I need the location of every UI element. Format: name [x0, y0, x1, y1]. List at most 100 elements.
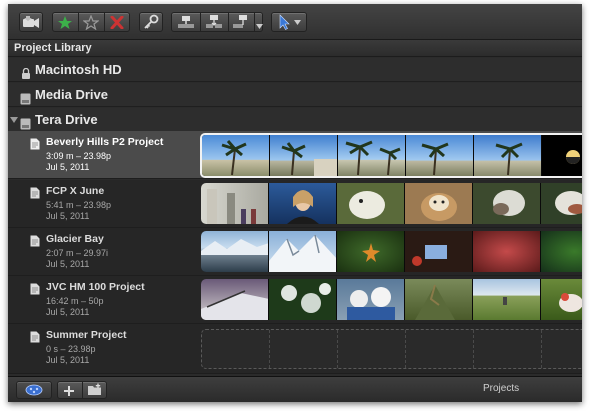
clip-thumbnail	[337, 279, 405, 320]
tools-menu-button[interactable]	[271, 12, 307, 32]
project-filmstrip[interactable]	[201, 231, 582, 272]
library-mode-label: Projects	[483, 383, 520, 394]
append-clip-icon	[232, 15, 250, 33]
drive-name: Tera Drive	[35, 112, 98, 127]
keyword-key-icon	[143, 14, 159, 30]
project-library-window: Project Library Macintosh HD Media Drive…	[8, 4, 582, 402]
project-document-icon	[30, 234, 40, 252]
event-library-toggle-button[interactable]	[16, 381, 52, 399]
project-row-glacier-bay[interactable]: Glacier Bay 2:07 m – 29.97i Jul 5, 2011	[8, 228, 582, 276]
project-name: FCP X June	[46, 185, 105, 197]
project-document-icon	[30, 186, 40, 204]
project-document-icon	[30, 330, 40, 348]
clip-thumbnail	[201, 231, 269, 272]
project-date: Jul 5, 2011	[46, 259, 90, 269]
project-duration-format: 16:42 m – 50p	[46, 296, 104, 306]
clip-thumbnail	[405, 231, 473, 272]
clip-thumbnail	[337, 231, 405, 272]
empty-clip-slot	[338, 330, 406, 368]
segment-divider	[82, 382, 83, 398]
connect-clip-icon	[177, 16, 195, 33]
unrate-star-icon	[82, 14, 100, 34]
toolbar	[8, 4, 582, 40]
empty-clip-slot	[542, 330, 582, 368]
drive-row-macintosh-hd[interactable]: Macintosh HD	[8, 58, 582, 82]
empty-clip-slot	[406, 330, 474, 368]
clip-thumbnail	[405, 183, 473, 224]
empty-clip-slot	[270, 330, 338, 368]
project-date: Jul 5, 2011	[46, 211, 90, 221]
favorite-star-icon	[57, 16, 73, 34]
empty-project-filmstrip[interactable]	[201, 329, 582, 369]
new-folder-icon	[87, 383, 103, 400]
project-duration-format: 2:07 m – 29.97i	[46, 248, 109, 258]
clip-thumbnail	[269, 231, 337, 272]
project-row-fcp-x-june[interactable]: FCP X June 5:41 m – 23.98p Jul 5, 2011	[8, 180, 582, 228]
project-row-jvc-hm-100[interactable]: JVC HM 100 Project 16:42 m – 50p Jul 5, …	[8, 276, 582, 324]
segment-divider	[78, 13, 79, 31]
clip-thumbnail	[541, 183, 582, 224]
reject-x-icon	[110, 15, 124, 33]
segment-divider	[228, 13, 229, 31]
segment-divider	[200, 13, 201, 31]
project-filmstrip[interactable]	[201, 279, 582, 320]
drive-name: Macintosh HD	[35, 62, 122, 77]
empty-clip-slot	[202, 330, 270, 368]
project-name: Summer Project	[46, 329, 127, 341]
clip-thumbnail	[269, 279, 337, 320]
new-folder-button[interactable]	[87, 383, 103, 401]
favorite-button[interactable]	[57, 15, 73, 35]
project-duration-format: 0 s – 23.98p	[46, 344, 96, 354]
project-date: Jul 5, 2011	[46, 307, 90, 317]
clip-thumbnail	[201, 183, 269, 224]
import-media-button[interactable]	[19, 12, 43, 32]
clip-thumbnail	[474, 135, 542, 176]
project-library-header: Project Library	[8, 40, 582, 57]
project-filmstrip[interactable]	[201, 183, 582, 224]
clip-thumbnail	[541, 279, 582, 320]
clip-thumbnail	[473, 183, 541, 224]
project-duration-format: 3:09 m – 23.98p	[46, 151, 112, 161]
project-filmstrip[interactable]	[200, 133, 582, 178]
project-row-summer-project[interactable]: Summer Project 0 s – 23.98p Jul 5, 2011	[8, 324, 582, 374]
empty-clip-slot	[474, 330, 542, 368]
import-media-icon	[22, 15, 40, 29]
project-duration-format: 5:41 m – 23.98p	[46, 200, 112, 210]
drive-row-media-drive[interactable]: Media Drive	[8, 83, 582, 107]
clip-thumbnail	[270, 135, 338, 176]
clip-thumbnail	[541, 231, 582, 272]
unrate-button[interactable]	[82, 14, 100, 35]
clip-thumbnail	[473, 231, 541, 272]
keyword-button[interactable]	[139, 12, 163, 32]
append-clip-button[interactable]	[232, 15, 250, 34]
clip-thumbnail	[405, 279, 473, 320]
drive-name: Media Drive	[35, 87, 108, 102]
project-date: Jul 5, 2011	[46, 355, 90, 365]
project-row-beverly-hills[interactable]: Beverly Hills P2 Project 3:09 m – 23.98p…	[8, 131, 582, 179]
clip-thumbnail	[406, 135, 474, 176]
project-name: Glacier Bay	[46, 233, 104, 245]
project-name: Beverly Hills P2 Project	[46, 136, 164, 148]
project-document-icon	[30, 282, 40, 300]
clip-thumbnail	[473, 279, 541, 320]
chevron-down-icon	[294, 18, 301, 26]
project-document-icon	[30, 137, 40, 155]
chevron-down-icon	[256, 17, 263, 34]
film-reel-icon	[24, 384, 44, 396]
project-name: JVC HM 100 Project	[46, 281, 145, 293]
connect-clip-button[interactable]	[177, 15, 195, 34]
drive-row-tera-drive[interactable]: Tera Drive	[8, 108, 582, 132]
new-project-button[interactable]	[63, 384, 75, 402]
disclosure-triangle-icon[interactable]	[10, 117, 18, 123]
insert-clip-icon	[205, 15, 223, 33]
edit-options-menu[interactable]	[256, 17, 263, 35]
clip-thumbnail	[337, 183, 405, 224]
insert-clip-button[interactable]	[205, 15, 223, 34]
reject-button[interactable]	[110, 15, 124, 34]
project-date: Jul 5, 2011	[46, 162, 90, 172]
clip-thumbnail	[542, 135, 582, 176]
clip-thumbnail	[201, 279, 269, 320]
bottom-bar: Projects	[8, 376, 582, 402]
segment-divider	[104, 13, 105, 31]
segment-divider	[254, 13, 255, 31]
